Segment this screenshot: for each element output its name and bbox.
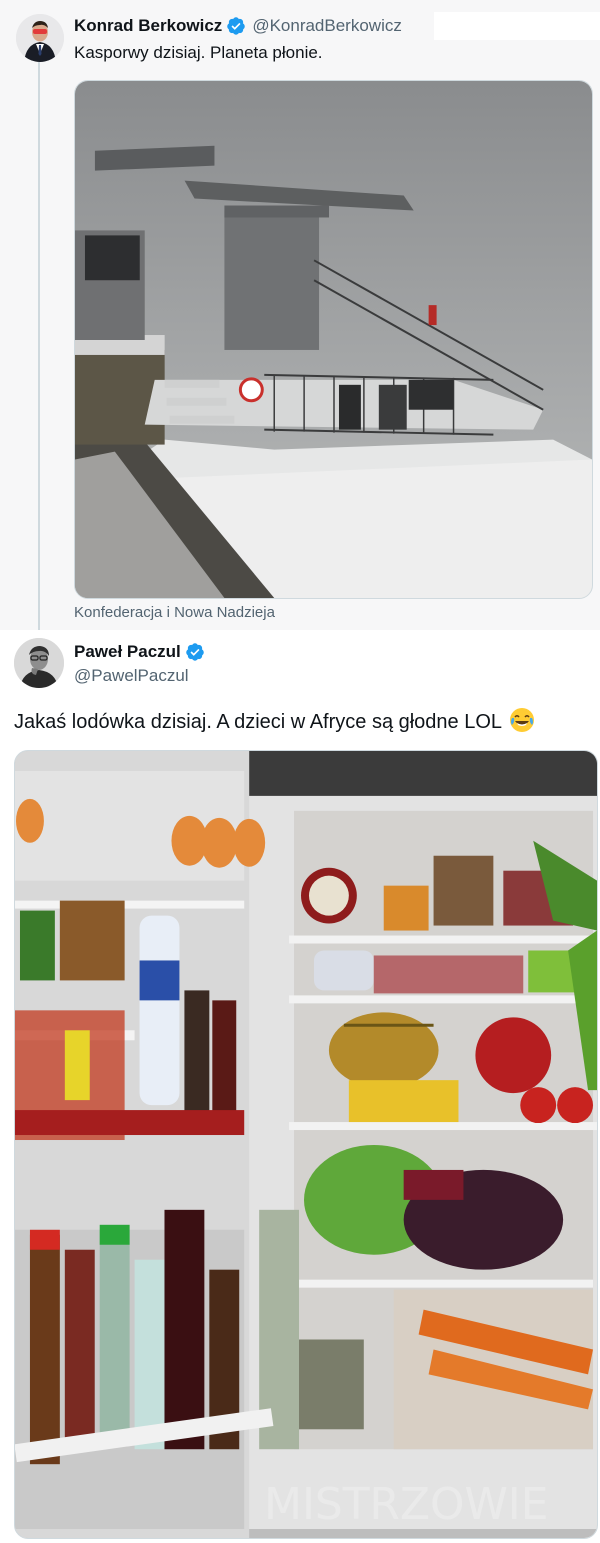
quoted-tweet[interactable]: Konrad Berkowicz @KonradBerkowicz Kaspor… — [0, 0, 600, 630]
avatar-pawel[interactable] — [14, 638, 64, 688]
watermark-text: MISTRZOWIE — [264, 1479, 548, 1530]
quoted-tweet-text: Kasporwy dzisiaj. Planeta płonie. — [74, 43, 323, 62]
author-handle[interactable]: @KonradBerkowicz — [252, 16, 402, 36]
main-author-row: Paweł Paczul — [74, 640, 205, 664]
laughing-crying-emoji-icon — [509, 708, 534, 732]
full-fridge-image[interactable]: MISTRZOWIE — [14, 750, 598, 1539]
main-tweet-text-row: Jakaś lodówka dzisiaj. A dzieci w Afryce… — [14, 707, 535, 734]
avatar-konrad[interactable] — [16, 14, 64, 62]
header-mask — [434, 12, 600, 40]
main-tweet-text: Jakaś lodówka dzisiaj. A dzieci w Afryce… — [14, 711, 502, 733]
thread-line — [38, 62, 40, 630]
quoted-author-row: Konrad Berkowicz @KonradBerkowicz — [74, 15, 402, 37]
snowy-ski-lift-station-image[interactable] — [74, 80, 593, 599]
author-display-name[interactable]: Paweł Paczul — [74, 642, 181, 662]
verified-badge-icon — [186, 643, 204, 661]
author-handle[interactable]: @PawelPaczul — [74, 666, 189, 686]
quoted-caption: Konfederacja i Nowa Nadzieja — [74, 604, 275, 621]
verified-badge-icon — [227, 17, 246, 35]
author-display-name[interactable]: Konrad Berkowicz — [74, 16, 222, 36]
